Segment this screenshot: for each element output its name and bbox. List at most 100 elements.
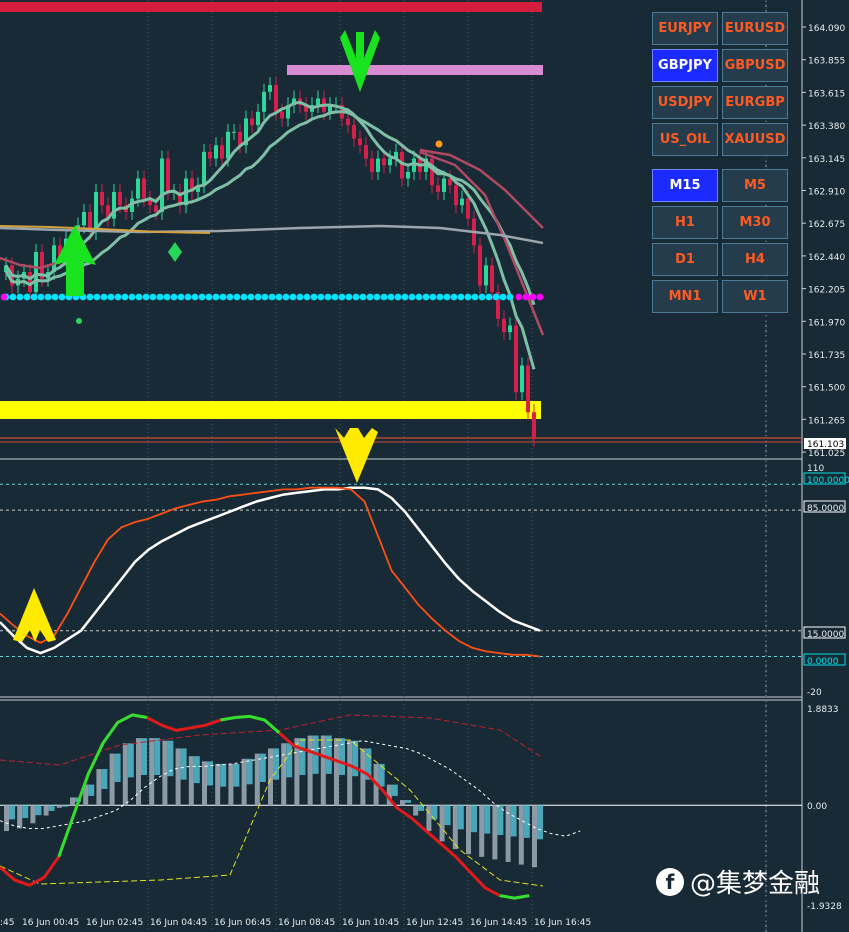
signal-diamond: [168, 242, 182, 262]
axis-label: 161.735: [808, 351, 845, 361]
histogram-bar: [96, 769, 102, 806]
axis-label: -20: [807, 688, 822, 698]
time-label: 16 Jun 14:45: [470, 918, 527, 928]
support-dot: [310, 293, 318, 301]
histogram-bar: [405, 800, 411, 803]
histogram-bar: [241, 758, 247, 806]
symbol-button-eurgbp[interactable]: EURGBP: [722, 86, 788, 119]
timeframe-button-m15[interactable]: M15: [652, 169, 718, 202]
histogram-bar: [307, 735, 313, 806]
time-label: 16 Jun 16:45: [534, 918, 591, 928]
histogram-bar: [17, 805, 23, 829]
histogram-bar: [439, 805, 445, 842]
symbol-button-us_oil[interactable]: US_OIL: [652, 123, 718, 156]
timeframe-button-h1[interactable]: H1: [652, 206, 718, 239]
support-zone: [0, 401, 541, 419]
support-dot: [156, 293, 164, 301]
candle-body: [382, 158, 386, 166]
axis-label: 1.8833: [807, 705, 839, 715]
candle-body: [478, 245, 482, 286]
histogram-bar: [4, 805, 9, 832]
candle-body: [208, 151, 212, 159]
histogram-bar: [180, 748, 187, 780]
axis-label: 85.0000: [807, 504, 844, 514]
histogram-bar: [188, 756, 194, 806]
candle-body: [466, 198, 470, 219]
candle-body: [274, 85, 278, 112]
histogram-bar: [207, 761, 213, 786]
candle-body: [352, 125, 356, 139]
histogram-bar: [109, 753, 115, 806]
timeframe-button-m5[interactable]: M5: [722, 169, 788, 202]
timeframe-button-mn1[interactable]: MN1: [652, 280, 718, 313]
support-dot: [331, 293, 339, 301]
histogram-bar: [339, 738, 345, 776]
symbol-button-gbpjpy[interactable]: GBPJPY: [652, 49, 718, 82]
support-dot: [373, 293, 381, 301]
histogram-bar: [484, 805, 491, 834]
support-dot: [177, 293, 185, 301]
support-dot: [443, 293, 451, 301]
histogram-bar: [35, 805, 42, 816]
support-dot: [345, 293, 353, 301]
timeframe-button-w1[interactable]: W1: [722, 280, 788, 313]
symbol-button-xauusd[interactable]: XAUUSD: [722, 123, 788, 156]
support-dot: [86, 293, 94, 301]
support-dot: [485, 293, 493, 301]
histogram-bar: [88, 784, 95, 796]
timeframe-button-d1[interactable]: D1: [652, 243, 718, 276]
candle-body: [532, 412, 536, 439]
support-dot: [254, 293, 262, 301]
support-dot: [107, 293, 115, 301]
candle-body: [34, 252, 38, 293]
candle-body: [442, 178, 446, 192]
histogram-bar: [154, 738, 161, 776]
histogram-bar: [215, 763, 221, 806]
axis-label: 161.265: [808, 416, 845, 426]
candle-body: [262, 91, 266, 112]
histogram-bar: [70, 797, 75, 806]
facebook-icon: f: [656, 867, 684, 896]
symbol-button-gbpusd[interactable]: GBPUSD: [722, 49, 788, 82]
histogram-bar: [246, 758, 253, 785]
histogram-bar: [400, 800, 405, 806]
symbol-button-eurjpy[interactable]: EURJPY: [652, 12, 718, 45]
histogram-bar: [22, 805, 29, 818]
histogram-bar: [444, 805, 451, 826]
candle-body: [508, 325, 512, 333]
timeframe-button-m30[interactable]: M30: [722, 206, 788, 239]
histogram-bar: [479, 805, 485, 857]
support-dot: [464, 293, 472, 301]
timeframe-button-h4[interactable]: H4: [722, 243, 788, 276]
time-label: 16 Jun 08:45: [278, 918, 335, 928]
support-dot: [478, 293, 486, 301]
axis-label: 163.380: [808, 122, 845, 132]
candle-body: [520, 365, 524, 393]
support-dot: [499, 293, 507, 301]
symbol-button-eurusd[interactable]: EURUSD: [722, 12, 788, 45]
symbol-button-usdjpy[interactable]: USDJPY: [652, 86, 718, 119]
histogram-bar: [457, 805, 464, 830]
time-label: 16 Jun 10:45: [342, 918, 399, 928]
candle-body: [514, 325, 518, 393]
candle-body: [502, 318, 506, 333]
support-dot: [16, 293, 24, 301]
candle-body: [448, 178, 452, 186]
support-dot: [387, 293, 395, 301]
support-dot: [289, 293, 297, 301]
support-dot: [233, 293, 241, 301]
axis-label: 0.00: [807, 802, 827, 812]
candle-body: [232, 131, 236, 133]
support-dot: [9, 293, 17, 301]
histogram-bar: [233, 763, 240, 787]
support-dot: [247, 293, 255, 301]
histogram-bar: [510, 805, 517, 837]
signal-dot: [76, 318, 82, 324]
support-dot: [394, 293, 402, 301]
axis-label: -1.9328: [807, 902, 842, 912]
histogram-bar: [193, 756, 200, 784]
candle-body: [220, 145, 224, 159]
support-dot: [436, 293, 444, 301]
axis-label: 163.855: [808, 57, 845, 67]
support-dot: [317, 293, 325, 301]
